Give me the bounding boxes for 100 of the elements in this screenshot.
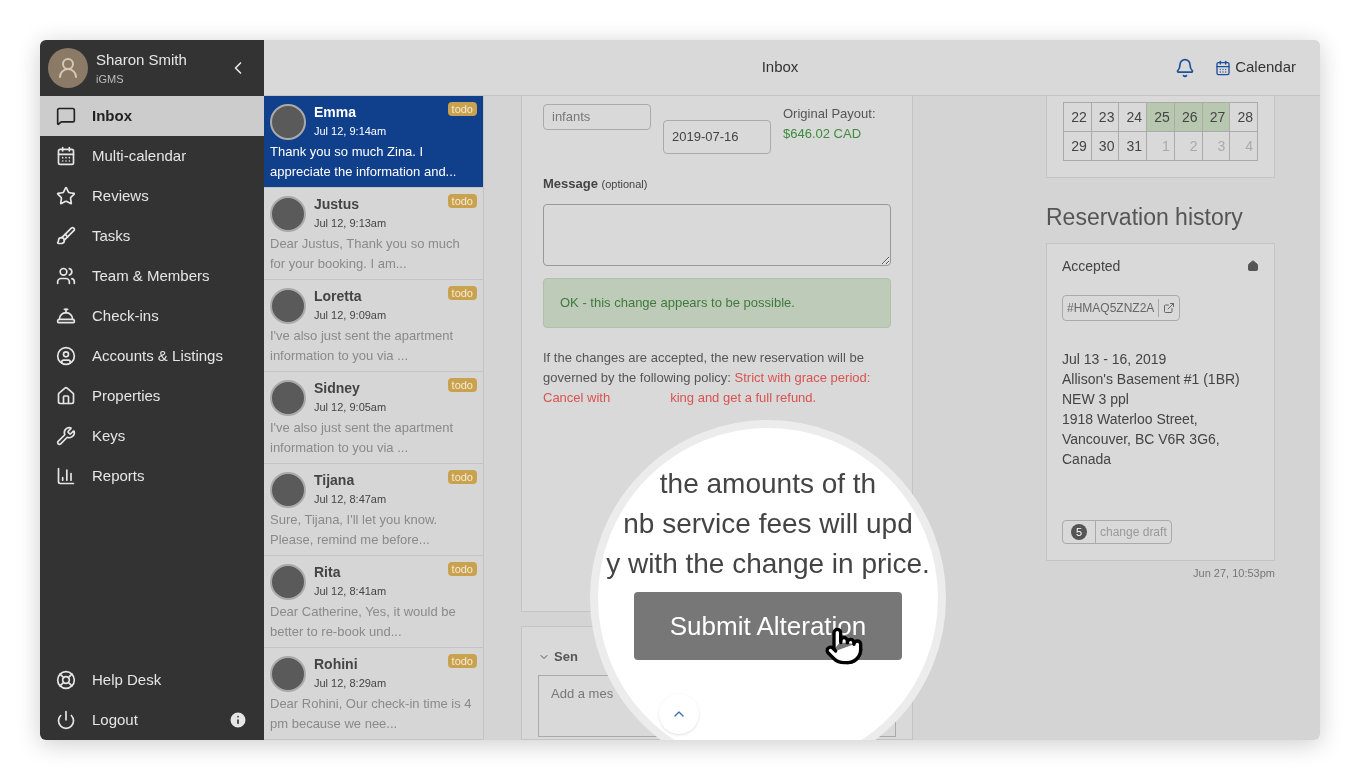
reservation-detail: Canada	[1062, 449, 1113, 469]
guest-name: Rohini	[314, 655, 359, 674]
nav-item[interactable]: Reports	[40, 456, 264, 496]
avatar	[270, 380, 306, 416]
avatar	[270, 104, 306, 140]
brush-icon	[56, 226, 76, 246]
submit-alteration-button[interactable]: Submit Alteration	[634, 592, 902, 660]
message-preview: Dear Justus, Thank you so much for your booking. I am...	[270, 235, 461, 273]
message-label: Message (optional)	[543, 175, 649, 193]
payout-amount: $646.02 CAD	[783, 124, 863, 143]
calendar-day[interactable]: 26	[1174, 103, 1203, 132]
date-field[interactable]: 2019-07-16	[663, 120, 771, 154]
message-preview: I've also just sent the apartment information to you via ...	[270, 327, 455, 365]
success-notice: OK - this change appears to be possible.	[543, 277, 891, 328]
change-draft-tag[interactable]: 5 change draft	[1062, 519, 1172, 544]
nav-item[interactable]: Inbox	[40, 96, 264, 136]
policy-text: If the changes are accepted, the new reservation will be governed by the following policy: Strict with grace period: Cancel with king and get a full refund.	[543, 348, 872, 407]
avatar	[270, 656, 306, 692]
todo-tag: todo	[447, 102, 477, 116]
todo-tag: todo	[447, 194, 477, 208]
magnified-text: nb service fees will upd	[623, 507, 913, 541]
message-preview: Dear Catherine, Yes, it would be better to re-book und...	[270, 603, 457, 641]
service-bell-icon	[56, 306, 76, 326]
external-link-icon[interactable]	[1163, 301, 1176, 314]
message-preview: I've also just sent the apartment information to you via ...	[270, 419, 455, 457]
message-time: Jul 12, 9:05am	[314, 400, 388, 415]
message-time: Jul 12, 9:09am	[314, 308, 388, 323]
todo-tag: todo	[447, 286, 477, 300]
house-icon	[56, 386, 76, 406]
guest-name: Emma	[314, 103, 358, 122]
nav-item[interactable]: Keys	[40, 416, 264, 456]
todo-tag: todo	[447, 378, 477, 392]
count-badge: 5	[1071, 523, 1087, 540]
reservation-detail: Vancouver, BC V6R 3G6,	[1062, 429, 1221, 449]
company-name: iGMS	[96, 72, 125, 87]
wrench-icon	[56, 426, 76, 446]
reservation-detail: Allison's Basement #1 (1BR)	[1062, 369, 1241, 389]
avatar	[270, 472, 306, 508]
todo-tag: todo	[447, 470, 477, 484]
user-name: Sharon Smith	[96, 49, 188, 70]
calendar-day[interactable]: 31	[1119, 132, 1148, 161]
chat-icon	[56, 106, 76, 126]
calendar-day[interactable]: 29	[1064, 132, 1092, 161]
info-icon[interactable]	[228, 710, 248, 730]
star-icon	[56, 186, 76, 206]
message-time: Jul 12, 8:47am	[314, 492, 388, 507]
status-text: Accepted	[1062, 256, 1121, 276]
nav-item[interactable]: Accounts & Listings	[40, 336, 264, 376]
avatar	[270, 564, 306, 600]
power-icon	[56, 710, 76, 730]
calendar-day[interactable]: 28	[1230, 103, 1258, 132]
guest-name: Sidney	[314, 379, 361, 398]
bar-chart-icon	[56, 466, 76, 486]
lifebuoy-icon	[56, 670, 76, 690]
message-field[interactable]	[543, 203, 891, 266]
section-title: Reservation history	[1046, 203, 1244, 232]
message-time: Jul 12, 8:29am	[314, 676, 388, 691]
avatar	[270, 288, 306, 324]
people-icon	[56, 266, 76, 286]
nav-item[interactable]: Help Desk	[92, 668, 248, 692]
message-time: Jul 12, 9:13am	[314, 216, 388, 231]
nav-item[interactable]: Tasks	[40, 216, 264, 256]
guest-name: Tijana	[314, 471, 356, 490]
guest-name: Loretta	[314, 287, 363, 306]
message-preview: Dear Rohini, Our check-in time is 4 pm because we nee...	[270, 695, 473, 733]
nav-item[interactable]: Logout	[92, 708, 212, 732]
reservation-detail: 1918 Waterloo Street,	[1062, 409, 1199, 429]
payout-label: Original Payout:	[783, 105, 876, 123]
user-circle-icon	[56, 346, 76, 366]
magnified-text: y with the change in price.	[606, 547, 930, 581]
calendar-icon	[56, 146, 76, 166]
calendar-day[interactable]: 22	[1064, 103, 1092, 132]
avatar[interactable]	[48, 48, 88, 88]
history-time: Jun 27, 10:53pm	[1193, 565, 1275, 581]
message-time: Jul 12, 9:14am	[314, 124, 388, 139]
reservation-code-tag[interactable]: #HMAQ5ZNZ2A	[1062, 294, 1181, 321]
nav-item[interactable]: Team & Members	[40, 256, 264, 296]
nav-item[interactable]: Check-ins	[40, 296, 264, 336]
conversation-item[interactable]: Emma Jul 12, 9:14am todo Thank you so much Zina. I appreciate the information and...	[264, 96, 483, 188]
calendar-day[interactable]: 27	[1202, 103, 1231, 132]
reservation-detail: Jul 13 - 16, 2019	[1062, 349, 1168, 369]
guest-name: Rita	[314, 563, 342, 582]
calendar-icon	[1215, 59, 1232, 76]
avatar	[270, 196, 306, 232]
notification-bell-icon[interactable]	[1175, 57, 1196, 78]
message-time: Jul 12, 8:41am	[314, 584, 388, 599]
calendar-day[interactable]: 30	[1091, 132, 1120, 161]
todo-tag: todo	[447, 562, 477, 576]
todo-tag: todo	[447, 654, 477, 668]
calendar-link[interactable]: Calendar	[1215, 56, 1296, 79]
magnified-text: the amounts of th	[659, 467, 877, 501]
message-preview: Sure, Tijana, I'll let you know. Please, remind me before...	[270, 511, 439, 549]
calendar-day[interactable]: 25	[1147, 103, 1175, 132]
nav-item[interactable]: Properties	[40, 376, 264, 416]
send-section-title: Sen	[554, 648, 578, 666]
nav-item[interactable]: Multi-calendar	[40, 136, 264, 176]
nav-item[interactable]: Reviews	[40, 176, 264, 216]
calendar-day[interactable]: 23	[1091, 103, 1120, 132]
house-icon	[1247, 260, 1259, 272]
guest-name: Justus	[314, 195, 361, 214]
